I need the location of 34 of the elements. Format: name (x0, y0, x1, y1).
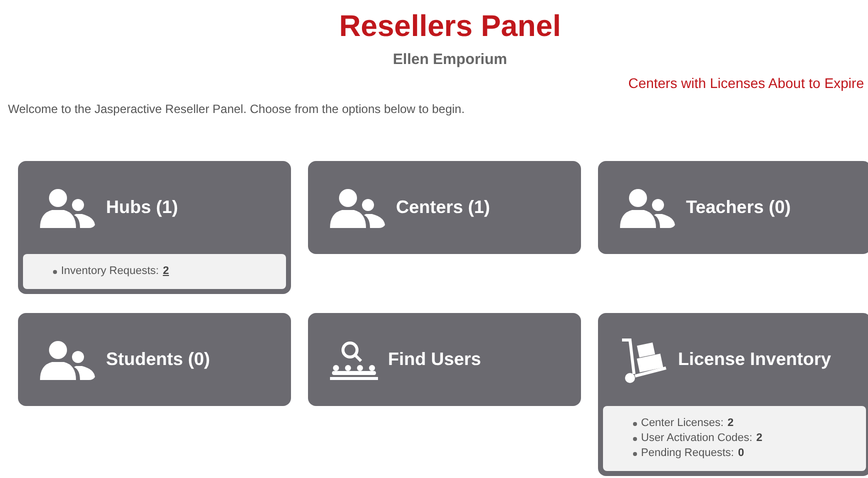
menu-tile[interactable]: Teachers (0) (598, 161, 868, 254)
menu-tile[interactable]: Centers (1) (308, 161, 581, 254)
menu-tile[interactable]: Find Users (308, 313, 581, 406)
people-icon (40, 188, 96, 228)
stat-label: User Activation Codes: (641, 431, 752, 446)
menu-tile[interactable]: Students (0) (18, 313, 291, 406)
tile-title: Teachers (0) (686, 196, 791, 219)
hand-truck-icon (620, 336, 668, 384)
stat-value: 0 (738, 446, 744, 461)
bullet-icon (53, 270, 57, 274)
people-icon (40, 340, 96, 380)
tile-title: Centers (1) (396, 196, 490, 219)
bullet-icon (633, 436, 637, 440)
company-name: Ellen Emporium (392, 50, 508, 70)
stat-value: 2 (728, 416, 734, 431)
stat-value-link[interactable]: 2 (162, 264, 169, 279)
bullet-icon (633, 452, 637, 456)
stat-label: Inventory Requests: (61, 264, 159, 279)
tile-title: Hubs (1) (106, 196, 178, 219)
people-icon (330, 188, 386, 228)
tile-title: Students (0) (106, 348, 210, 371)
tile-title: Find Users (388, 348, 482, 371)
bullet-icon (633, 422, 637, 426)
stat-label: Pending Requests: (641, 446, 734, 461)
welcome-text: Welcome to the Jasperactive Reseller Panel. Choose from the options below to begin. (7, 101, 466, 118)
expiring-licenses-link[interactable]: Centers with Licenses About to Expire (628, 74, 864, 92)
tile-title: License Inventory (678, 348, 832, 371)
menu-tile[interactable]: Hubs (1) Inventory Requests: 2 (18, 161, 291, 294)
search-people-icon (330, 340, 378, 380)
stat-label: Center Licenses: (641, 416, 724, 431)
page-title: Resellers Panel (338, 9, 561, 45)
stat-value: 2 (756, 431, 762, 446)
people-icon (620, 188, 676, 228)
menu-tile[interactable]: License Inventory Center Licenses: 2 User Activation Codes: 2 Pending Requests: 0 (598, 313, 868, 476)
